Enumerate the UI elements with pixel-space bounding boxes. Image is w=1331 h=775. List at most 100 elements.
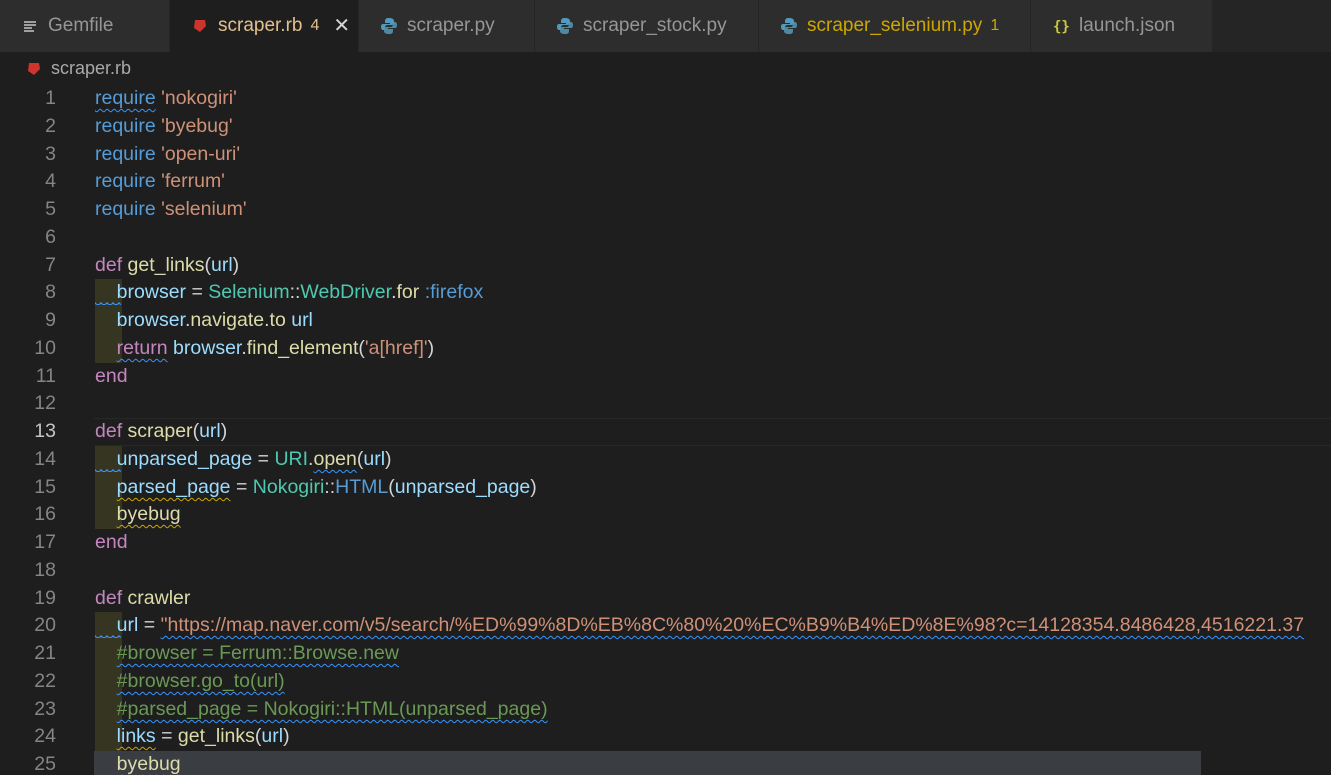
code-text[interactable]: unparsed_page = URI.open(url) <box>95 448 392 471</box>
code-line[interactable]: 20 url = "https://map.naver.com/v5/searc… <box>0 612 1331 640</box>
line-number: 11 <box>35 365 56 387</box>
code-line[interactable]: 14 unparsed_page = URI.open(url) <box>0 446 1331 474</box>
code-line[interactable]: 24 links = get_links(url) <box>0 723 1331 751</box>
code-token: ) <box>427 337 435 359</box>
code-line[interactable]: 23 #parsed_page = Nokogiri::HTML(unparse… <box>0 696 1331 724</box>
code-line[interactable]: 3 require 'open-uri' <box>0 141 1331 169</box>
code-text[interactable]: require 'byebug' <box>95 115 233 138</box>
code-text[interactable]: require 'selenium' <box>95 198 247 221</box>
tab-gemfile[interactable]: Gemfile <box>0 0 170 52</box>
code-text[interactable]: links = get_links(url) <box>95 725 290 748</box>
braces-icon: {} <box>1051 16 1071 36</box>
code-line[interactable]: 10 return browser.find_element('a[href]'… <box>0 335 1331 363</box>
code-line[interactable]: 21 #browser = Ferrum::Browse.new <box>0 640 1331 668</box>
code-text[interactable]: end <box>95 531 128 554</box>
current-line-highlight <box>94 418 1331 446</box>
code-line[interactable]: 18 <box>0 557 1331 585</box>
code-line[interactable]: 9 browser.navigate.to url <box>0 307 1331 335</box>
code-token: = <box>186 281 209 303</box>
code-line[interactable]: 1 require 'nokogiri' <box>0 85 1331 113</box>
code-line[interactable]: 4 require 'ferrum' <box>0 168 1331 196</box>
code-token: url <box>291 309 313 331</box>
code-token: ) <box>385 448 392 470</box>
code-token: scraper <box>127 420 193 442</box>
code-token: #parsed_page = Nokogiri::HTML(unparsed_p… <box>116 698 548 720</box>
code-token: url <box>363 448 386 470</box>
code-text[interactable]: #browser.go_to(url) <box>95 670 285 693</box>
code-line[interactable]: 15 parsed_page = Nokogiri::HTML(unparsed… <box>0 474 1331 502</box>
breadcrumb[interactable]: scraper.rb <box>0 52 1331 85</box>
code-token: get_links <box>177 725 255 747</box>
code-text[interactable]: def scraper(url) <box>95 420 227 443</box>
code-token: links <box>116 725 156 747</box>
code-line[interactable]: 17 end <box>0 529 1331 557</box>
code-token: 'byebug' <box>161 115 233 137</box>
line-number: 5 <box>45 198 56 220</box>
code-line[interactable]: 22 #browser.go_to(url) <box>0 668 1331 696</box>
code-token: browser <box>116 309 185 331</box>
code-token: require <box>95 143 156 165</box>
code-text[interactable]: require 'open-uri' <box>95 143 240 166</box>
line-number: 19 <box>34 587 56 609</box>
line-number: 6 <box>45 226 56 248</box>
line-number: 12 <box>34 392 56 414</box>
code-token: 'nokogiri' <box>161 87 237 109</box>
code-token: byebug <box>116 503 181 525</box>
code-editor[interactable]: 1 require 'nokogiri' 2 require 'byebug' 3 req… <box>0 85 1331 775</box>
code-line[interactable]: 6 <box>0 224 1331 252</box>
code-token: return <box>116 337 168 359</box>
code-text[interactable]: end <box>95 365 128 388</box>
code-line[interactable]: 2 require 'byebug' <box>0 113 1331 141</box>
code-token: browser <box>116 281 187 303</box>
code-token: unparsed_page <box>116 448 253 470</box>
selection-highlight <box>94 751 1201 775</box>
code-token: url <box>211 254 233 276</box>
code-line[interactable]: 16 byebug <box>0 501 1331 529</box>
code-token: 'a[href]' <box>364 337 428 359</box>
tab-scraper-py[interactable]: scraper.py <box>359 0 535 52</box>
code-text[interactable]: #browser = Ferrum::Browse.new <box>95 642 399 665</box>
tab-bar: Gemfile scraper.rb 4 ✕ scraper.py scraper_sto… <box>0 0 1331 52</box>
code-line[interactable]: 13 def scraper(url) <box>0 418 1331 446</box>
tab-scraper-rb[interactable]: scraper.rb 4 ✕ <box>170 0 359 52</box>
tab-launch-json[interactable]: {} launch.json <box>1031 0 1213 52</box>
code-token: :: <box>324 476 336 498</box>
code-text[interactable]: url = "https://map.naver.com/v5/search/%… <box>95 614 1304 637</box>
code-text[interactable]: byebug <box>95 503 181 526</box>
code-token: end <box>95 531 128 553</box>
code-token: URI <box>274 448 309 470</box>
code-text[interactable]: require 'nokogiri' <box>95 87 237 110</box>
tab-scraper-selenium-py[interactable]: scraper_selenium.py 1 <box>759 0 1031 52</box>
code-line[interactable]: 8 browser = Selenium::WebDriver.for :fir… <box>0 279 1331 307</box>
code-text[interactable]: #parsed_page = Nokogiri::HTML(unparsed_p… <box>95 698 548 721</box>
code-token: for <box>396 281 420 303</box>
problem-count-badge: 1 <box>990 17 1000 34</box>
code-line[interactable]: 7 def get_links(url) <box>0 252 1331 280</box>
code-text[interactable]: require 'ferrum' <box>95 170 225 193</box>
breadcrumb-file[interactable]: scraper.rb <box>51 58 131 79</box>
code-text[interactable]: parsed_page = Nokogiri::HTML(unparsed_pa… <box>95 476 537 499</box>
tab-scraper-stock-py[interactable]: scraper_stock.py <box>535 0 759 52</box>
close-icon[interactable]: ✕ <box>333 16 350 36</box>
code-text[interactable]: browser = Selenium::WebDriver.for :firef… <box>95 281 484 304</box>
lines-icon <box>20 16 40 36</box>
code-line[interactable]: 5 require 'selenium' <box>0 196 1331 224</box>
code-text[interactable]: def crawler <box>95 587 190 610</box>
code-token: #browser.go_to(url) <box>116 670 285 692</box>
code-text[interactable]: def get_links(url) <box>95 254 239 277</box>
code-line[interactable]: 25 byebug <box>0 751 1331 775</box>
code-token: crawler <box>127 587 191 609</box>
code-text[interactable]: browser.navigate.to url <box>95 309 313 332</box>
code-token: require <box>95 87 156 109</box>
code-text[interactable]: byebug <box>95 753 181 775</box>
code-line[interactable]: 11 end <box>0 363 1331 391</box>
code-token: :: <box>289 281 301 303</box>
code-line[interactable]: 19 def crawler <box>0 585 1331 613</box>
code-line[interactable]: 12 <box>0 390 1331 418</box>
code-text[interactable]: return browser.find_element('a[href]') <box>95 337 434 360</box>
problem-count-badge: 4 <box>310 17 320 34</box>
code-token: Nokogiri <box>252 476 325 498</box>
